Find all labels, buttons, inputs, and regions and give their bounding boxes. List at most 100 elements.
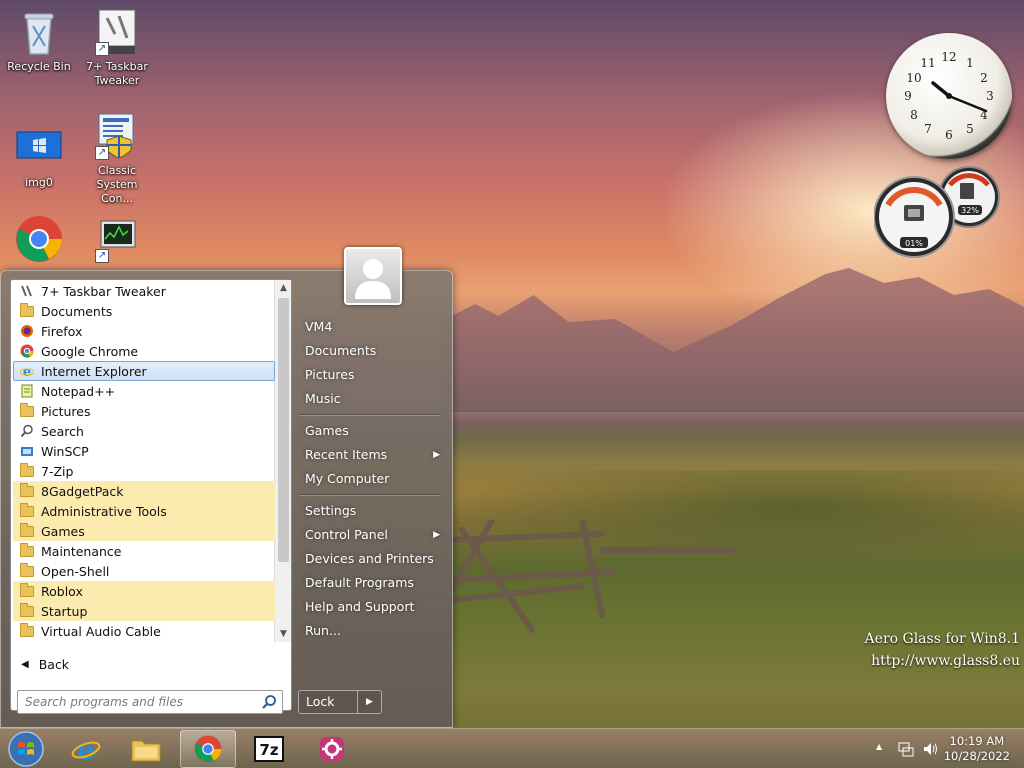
back-button[interactable]: ◀ Back (21, 657, 69, 672)
program-item[interactable]: Documents (13, 301, 275, 321)
taskbar-google-chrome[interactable] (180, 730, 236, 768)
menu-item-label: Default Programs (305, 575, 414, 590)
desktop-icon-google-chrome[interactable] (1, 215, 77, 267)
clock-number: 8 (910, 108, 918, 122)
program-item[interactable]: WinSCP (13, 441, 275, 461)
program-item[interactable]: 7-Zip (13, 461, 275, 481)
menu-item-music[interactable]: Music (299, 388, 442, 410)
program-label: Games (41, 523, 85, 539)
menu-item-games[interactable]: Games (299, 420, 442, 442)
menu-item-recent-items[interactable]: Recent Items ▶ (299, 444, 442, 466)
show-hidden-icons-arrow-icon[interactable]: ▲ (876, 742, 882, 751)
programs-scrollbar[interactable]: ▲ ▼ (274, 280, 291, 642)
volume-icon[interactable] (922, 741, 938, 757)
program-item[interactable]: Virtual Audio Cable (13, 621, 275, 641)
start-button[interactable] (6, 730, 46, 768)
desktop-icon-label: img0 (25, 176, 53, 189)
tweaker-icon: ↗ (93, 8, 141, 56)
search-icon (19, 423, 35, 439)
menu-item-run[interactable]: Run... (299, 620, 442, 642)
menu-item-my-computer[interactable]: My Computer (299, 468, 442, 490)
program-item[interactable]: Administrative Tools (13, 501, 275, 521)
taskbar-7zip[interactable]: 7z (241, 730, 297, 768)
program-label: 7+ Taskbar Tweaker (41, 283, 166, 299)
menu-separator (299, 494, 441, 496)
program-label: Documents (41, 303, 113, 319)
program-label: Open-Shell (41, 563, 110, 579)
program-item[interactable]: Search (13, 421, 275, 441)
desktop-icon-classic-system-control[interactable]: ↗ Classic System Con... (79, 112, 155, 206)
program-label: Notepad++ (41, 383, 116, 399)
cpu-meter-gadget[interactable]: 01% 32% (873, 165, 1004, 260)
back-label: Back (38, 657, 70, 672)
ie-icon: e (71, 734, 101, 764)
desktop-icon-recycle-bin[interactable]: Recycle Bin (1, 8, 77, 74)
wallpaper-mountains (440, 268, 1024, 412)
task-manager-icon: ↗ (93, 215, 141, 263)
program-item[interactable]: 7+ Taskbar Tweaker (13, 281, 275, 301)
taskbar-app[interactable] (304, 730, 360, 768)
program-item[interactable]: Maintenance (13, 541, 275, 561)
clock-date: 10/28/2022 (943, 749, 1010, 763)
program-label: 7-Zip (41, 463, 74, 479)
shortcut-arrow-icon: ↗ (95, 249, 109, 263)
program-item[interactable]: Pictures (13, 401, 275, 421)
program-item[interactable]: Firefox (13, 321, 275, 341)
program-item[interactable]: Notepad++ (13, 381, 275, 401)
user-avatar-icon (355, 259, 391, 299)
clock-face: 12 1 2 3 4 5 6 7 8 9 10 11 (904, 50, 994, 142)
chrome-icon (194, 735, 222, 763)
program-label: Search (41, 423, 84, 439)
menu-item-label: Recent Items (305, 447, 388, 462)
system-tray: ▲ 10:19 AM 10/28/2022 (870, 729, 1024, 768)
program-item[interactable]: Startup (13, 601, 275, 621)
search-input[interactable]: Search programs and files (17, 690, 283, 714)
menu-item-label: Devices and Printers (305, 551, 434, 566)
menu-item-control-panel[interactable]: Control Panel ▶ (299, 524, 442, 546)
program-item[interactable]: Open-Shell (13, 561, 275, 581)
taskbar-file-explorer[interactable] (118, 730, 174, 768)
lock-button[interactable]: Lock (298, 690, 358, 714)
menu-item-devices-and-printers[interactable]: Devices and Printers (299, 548, 442, 570)
desktop-icon-7plus-taskbar-tweaker[interactable]: ↗ 7+ Taskbar Tweaker (79, 8, 155, 88)
menu-item-label: Control Panel (305, 527, 388, 542)
clock-number: 2 (980, 71, 988, 85)
menu-item-user[interactable]: VM4 (299, 316, 442, 338)
pictures-icon (19, 402, 35, 419)
program-item[interactable]: Games (13, 521, 275, 541)
scroll-thumb[interactable] (278, 298, 289, 562)
user-picture[interactable] (344, 247, 402, 305)
clock-number: 3 (986, 89, 994, 103)
network-icon[interactable] (898, 741, 914, 757)
search-icon[interactable] (261, 694, 277, 710)
shortcut-arrow-icon: ↗ (95, 42, 109, 56)
program-label: Administrative Tools (41, 503, 167, 519)
programs-list[interactable]: ▲ ▼ 7+ Taskbar Tweaker Documents Firefox… (10, 279, 292, 714)
taskbar-internet-explorer[interactable]: e (58, 730, 114, 768)
menu-item-settings[interactable]: Settings (299, 500, 442, 522)
start-menu: ▲ ▼ 7+ Taskbar Tweaker Documents Firefox… (0, 247, 453, 728)
program-item[interactable]: Roblox (13, 581, 275, 601)
scroll-up-arrow-icon[interactable]: ▲ (275, 280, 292, 296)
program-item[interactable]: Google Chrome (13, 341, 275, 361)
menu-item-pictures[interactable]: Pictures (299, 364, 442, 386)
lock-label: Lock (306, 694, 335, 709)
scroll-down-arrow-icon[interactable]: ▼ (275, 626, 292, 642)
folder-icon (131, 740, 161, 762)
taskbar-clock[interactable]: 10:19 AM 10/28/2022 (944, 734, 1010, 764)
clock-time: 10:19 AM (949, 734, 1005, 748)
clock-number: 11 (920, 56, 935, 70)
shutdown-options-arrow-icon[interactable]: ▶ (358, 690, 382, 714)
program-item[interactable]: e Internet Explorer (13, 361, 275, 381)
clock-gadget[interactable]: 12 1 2 3 4 5 6 7 8 9 10 11 (886, 33, 1012, 159)
program-item[interactable]: 8GadgetPack (13, 481, 275, 501)
menu-item-documents[interactable]: Documents (299, 340, 442, 362)
menu-item-help-and-support[interactable]: Help and Support (299, 596, 442, 618)
back-arrow-icon: ◀ (21, 659, 29, 670)
desktop-icon-img0[interactable]: img0 (1, 124, 77, 190)
menu-item-label: Music (305, 391, 341, 406)
menu-item-default-programs[interactable]: Default Programs (299, 572, 442, 594)
ie-icon: e (19, 363, 35, 379)
desktop-icon-classic-task-manager[interactable]: ↗ (79, 215, 155, 267)
svg-text:e: e (77, 734, 95, 764)
